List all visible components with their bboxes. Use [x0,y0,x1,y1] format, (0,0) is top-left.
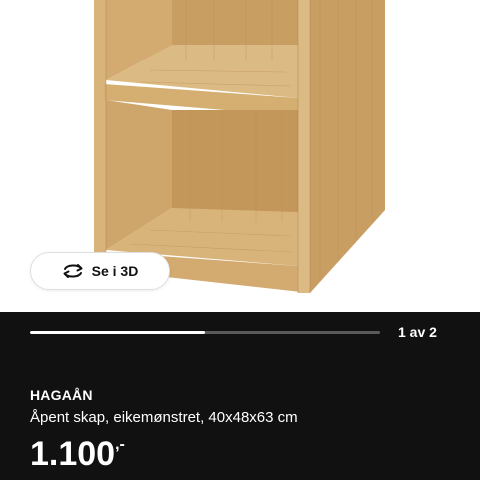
cabinet-right-front-edge [298,0,310,293]
product-image-area[interactable]: Se i 3D [0,0,480,312]
product-description: Åpent skap, eikemønstret, 40x48x63 cm [30,409,298,426]
product-price: 1.100,- [30,434,125,474]
product-info-panel: 1 av 2 HAGAÅN Åpent skap, eikemønstret, … [0,312,480,480]
product-name: HAGAÅN [30,387,93,403]
product-page: Se i 3D 1 av 2 HAGAÅN Åpent skap, eikemø… [0,0,480,480]
view-3d-button[interactable]: Se i 3D [30,252,170,290]
price-suffix: ,- [115,436,125,453]
cabinet-back-lower [172,110,298,222]
rotate-3d-icon [63,264,83,278]
gallery-pager: 1 av 2 [398,324,437,340]
price-integer: 1.100 [30,435,116,473]
gallery-progress-track[interactable] [30,331,380,334]
cabinet-left-edge [94,0,106,258]
gallery-progress-fill [30,331,205,334]
view-3d-label: Se i 3D [91,263,139,279]
